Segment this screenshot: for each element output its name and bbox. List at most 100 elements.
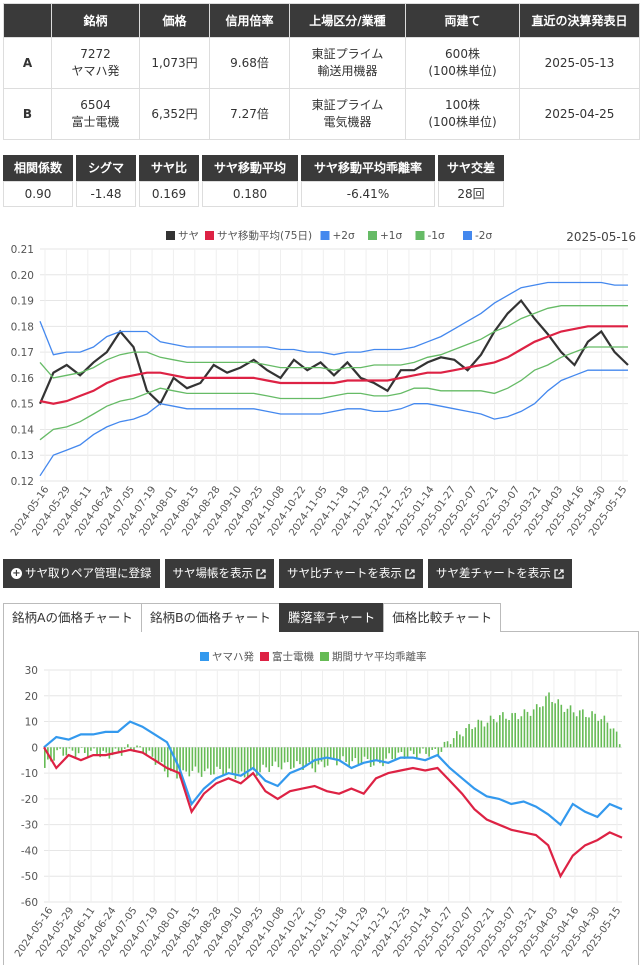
deviation-bar <box>603 715 606 748</box>
deviation-bar <box>289 747 292 770</box>
deviation-bar <box>419 747 421 754</box>
external-link-icon <box>256 568 266 579</box>
legend-swatch <box>320 652 329 661</box>
y-tick-label: -60 <box>21 897 38 909</box>
legend-label: +1σ <box>380 230 402 242</box>
deviation-bar <box>197 747 200 773</box>
deviation-bar <box>391 747 394 760</box>
deviation-bar <box>283 747 286 763</box>
deviation-bar <box>345 747 347 762</box>
y-tick-label: 20 <box>25 691 38 703</box>
deviation-bar <box>157 747 160 764</box>
deviation-bar <box>443 741 446 748</box>
deviation-bar <box>127 744 129 748</box>
deviation-bar <box>597 720 600 748</box>
deviation-bar <box>139 746 141 748</box>
stock-name: ヤマハ発 <box>71 64 120 78</box>
stat-value: -6.41% <box>301 181 435 207</box>
deviation-bar <box>71 747 74 751</box>
deviation-bar <box>514 712 516 748</box>
deviation-bar <box>333 747 335 760</box>
deviation-bar <box>369 747 372 767</box>
stat-spread-ratio: サヤ比 0.169 <box>139 155 199 207</box>
deviation-bar <box>560 704 563 748</box>
show-ledger-button[interactable]: サヤ場帳を表示 <box>164 559 274 588</box>
tab-stock-b-price[interactable]: 銘柄Bの価格チャート <box>140 603 280 632</box>
deviation-bar <box>582 709 584 748</box>
deviation-bar <box>210 747 212 775</box>
deviation-bar <box>228 747 231 769</box>
legend-label: -1σ <box>428 230 445 242</box>
register-pair-button[interactable]: + サヤ取りペア管理に登録 <box>3 559 160 588</box>
header-margin-ratio: 信用倍率 <box>209 3 290 38</box>
deviation-bar <box>80 747 83 748</box>
stat-label: シグマ <box>76 155 136 181</box>
tab-stock-a-price[interactable]: 銘柄Aの価格チャート <box>3 603 142 632</box>
deviation-bar <box>465 728 467 748</box>
row-label: B <box>3 88 52 140</box>
deviation-bar <box>572 712 575 748</box>
deviation-bar <box>308 747 311 763</box>
deviation-bar <box>268 747 271 772</box>
price-cell: 1,073円 <box>139 37 210 89</box>
hedge-shares: 600株 <box>445 47 480 61</box>
deviation-bar <box>53 747 55 761</box>
deviation-bar <box>65 747 68 756</box>
show-ratio-chart-button[interactable]: サヤ比チャートを表示 <box>279 559 423 588</box>
deviation-bar <box>185 747 188 772</box>
deviation-bar <box>271 747 274 767</box>
legend-label: サヤ <box>178 230 199 242</box>
stat-label: サヤ比 <box>139 155 199 181</box>
deviation-bar <box>249 747 252 771</box>
y-tick-label: 30 <box>25 665 38 677</box>
deviation-bar <box>231 747 234 774</box>
deviation-bar <box>459 734 461 748</box>
deviation-bar <box>311 747 314 769</box>
margin-ratio-cell: 7.27倍 <box>209 88 290 140</box>
margin-ratio-cell: 9.68倍 <box>209 37 290 89</box>
deviation-bar <box>246 747 249 779</box>
legend-swatch <box>205 231 214 240</box>
button-label: サヤ場帳を表示 <box>172 566 254 580</box>
deviation-bar <box>151 747 154 757</box>
y-tick-label: -50 <box>21 871 38 883</box>
deviation-bar <box>114 747 117 749</box>
header-hedge: 両建て <box>405 3 520 38</box>
deviation-bar <box>526 711 529 748</box>
button-label: サヤ比チャートを表示 <box>287 566 402 580</box>
stat-label: サヤ移動平均 <box>202 155 298 181</box>
deviation-bar <box>136 745 138 748</box>
tab-price-compare[interactable]: 価格比較チャート <box>383 603 502 632</box>
tab-change-rate[interactable]: 騰落率チャート <box>278 603 385 632</box>
series-line <box>39 325 628 405</box>
deviation-bar <box>225 747 227 774</box>
deviation-bar <box>588 717 590 748</box>
deviation-bar <box>615 731 618 748</box>
deviation-bar <box>545 696 547 748</box>
deviation-bar <box>471 728 473 748</box>
deviation-bar <box>329 747 332 759</box>
deviation-bar <box>336 747 338 766</box>
deviation-bar <box>194 747 197 767</box>
show-diff-chart-button[interactable]: サヤ差チャートを表示 <box>427 559 572 588</box>
deviation-bar <box>492 719 495 748</box>
y-tick-label: 0 <box>31 742 38 754</box>
deviation-bar <box>360 747 363 765</box>
market-cell: 東証プライム 電気機器 <box>289 88 406 140</box>
earnings-cell: 2025-04-25 <box>519 88 640 140</box>
deviation-bar <box>348 747 350 767</box>
deviation-bar <box>612 728 615 748</box>
deviation-bar <box>502 712 504 748</box>
legend-label: 富士電機 <box>272 650 314 663</box>
sector-name: 輸送用機器 <box>317 64 378 78</box>
deviation-bar <box>354 747 357 759</box>
deviation-bar <box>462 736 464 748</box>
deviation-bar <box>160 747 163 763</box>
deviation-bar <box>505 718 507 748</box>
deviation-bar <box>431 747 433 750</box>
stat-value: 0.180 <box>202 181 298 207</box>
deviation-bar <box>372 747 375 766</box>
deviation-bar <box>299 747 301 765</box>
button-label: サヤ取りペア管理に登録 <box>25 566 152 580</box>
deviation-bar <box>376 747 378 761</box>
